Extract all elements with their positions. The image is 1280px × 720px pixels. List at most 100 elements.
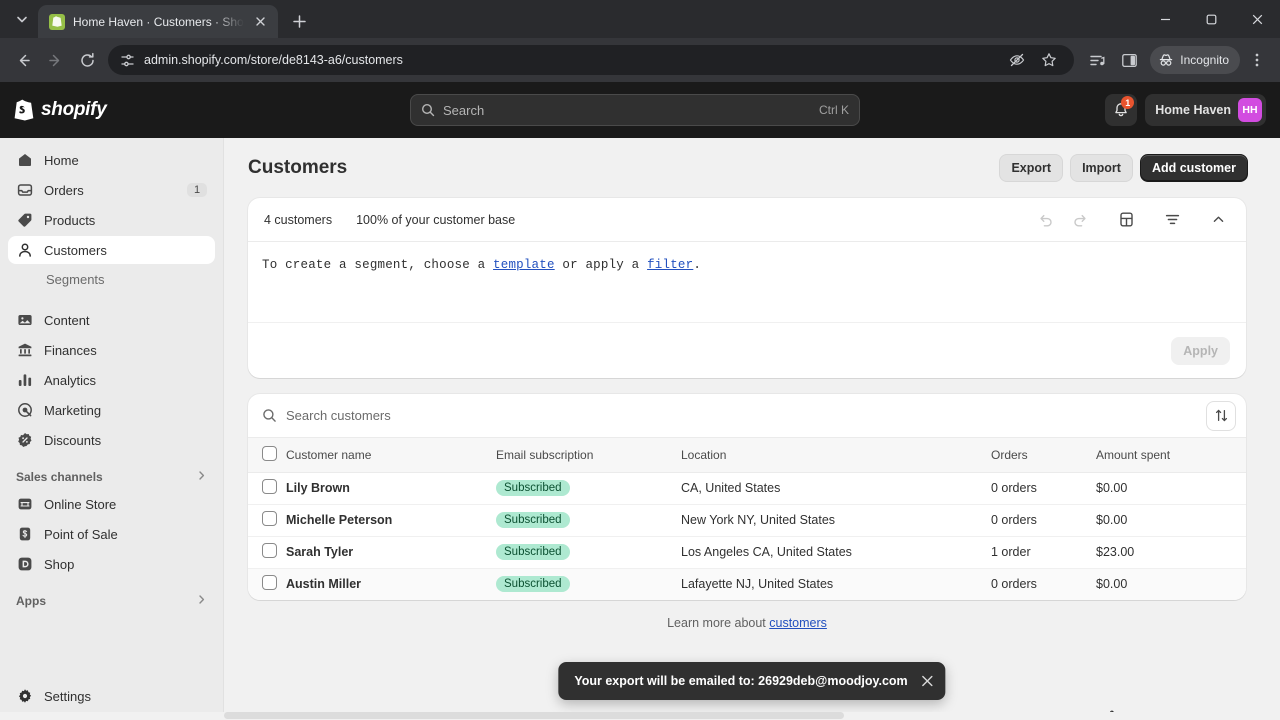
row-checkbox[interactable] [262,543,277,558]
eye-off-icon[interactable] [1002,45,1032,75]
close-icon[interactable] [1234,0,1280,38]
cell-customer-name[interactable]: Lily Brown [286,472,496,505]
avatar: HH [1238,98,1262,122]
row-checkbox[interactable] [262,575,277,591]
global-search-input[interactable]: Search Ctrl K [410,94,860,126]
chevron-right-icon[interactable] [196,594,207,608]
customer-base-percent: 100% of your customer base [356,212,516,227]
sidebar-item-settings[interactable]: Settings [8,682,215,710]
sidebar-item-shop[interactable]: Shop [8,550,215,578]
column-customer-name[interactable]: Customer name [286,438,496,473]
sidebar-item-content[interactable]: Content [8,306,215,334]
incognito-indicator[interactable]: Incognito [1150,46,1240,74]
row-checkbox[interactable] [262,479,277,494]
forward-arrow-icon[interactable] [40,45,70,75]
row-checkbox[interactable] [262,511,277,526]
topbar-right: 1 Home Haven HH [1105,94,1266,126]
customer-count: 4 customers [264,212,333,227]
store-menu-button[interactable]: Home Haven HH [1145,94,1266,126]
sidebar-item-online-store[interactable]: Online Store [8,490,215,518]
select-all-checkbox[interactable] [262,445,277,461]
undo-icon[interactable] [1032,206,1060,234]
row-select-cell [248,504,286,537]
chevron-right-icon[interactable] [196,470,207,484]
page-settings-icon[interactable] [120,53,135,68]
column-location[interactable]: Location [681,438,991,473]
sidebar-item-point-of-sale[interactable]: Point of Sale [8,520,215,548]
notifications-button[interactable]: 1 [1105,94,1138,126]
table-row[interactable]: Austin Miller Subscribed Lafayette NJ, U… [248,568,1246,600]
sidebar-item-orders[interactable]: Orders 1 [8,176,215,204]
omnibox-actions [1002,45,1064,75]
cell-customer-name[interactable]: Austin Miller [286,568,496,600]
column-orders[interactable]: Orders [991,438,1096,473]
segment-query-editor[interactable]: To create a segment, choose a template o… [248,242,1246,322]
cell-amount-spent: $0.00 [1096,472,1246,505]
side-panel-icon[interactable] [1114,45,1144,75]
segment-hint-before: To create a segment, choose a [262,258,494,272]
cell-amount-spent: $23.00 [1096,536,1246,569]
search-customers-input[interactable]: Search customers [262,401,1198,431]
add-customer-button[interactable]: Add customer [1139,154,1248,182]
horizontal-scrollbar[interactable] [0,712,1280,720]
sidebar-item-analytics[interactable]: Analytics [8,366,215,394]
scrollbar-thumb[interactable] [224,712,844,719]
back-arrow-icon[interactable] [8,45,38,75]
customers-help-link[interactable]: customers [769,616,827,630]
address-bar[interactable]: admin.shopify.com/store/de8143-a6/custom… [108,45,1075,75]
cell-customer-name[interactable]: Michelle Peterson [286,504,496,537]
chevron-up-icon[interactable] [1204,206,1232,234]
sidebar-section-sales-channels[interactable]: Sales channels [8,464,215,490]
sidebar-item-customers[interactable]: Customers [8,236,215,264]
sidebar-item-finances[interactable]: Finances [8,336,215,364]
person-icon [16,242,34,258]
table-row[interactable]: Lily Brown Subscribed CA, United States … [248,472,1246,505]
sort-arrows-icon[interactable] [1206,400,1236,431]
page-actions: Export Import Add customer [999,154,1248,182]
star-icon[interactable] [1034,45,1064,75]
column-amount-spent[interactable]: Amount spent [1096,438,1246,473]
shopify-logo[interactable]: shopify [14,99,107,121]
import-button[interactable]: Import [1070,154,1133,182]
minimize-icon[interactable] [1142,0,1188,38]
sidebar-item-segments[interactable]: Segments [8,266,215,292]
sidebar-item-label: Discounts [44,432,102,448]
cell-email-subscription: Subscribed [496,504,681,537]
sidebar-subitem-label: Segments [46,271,105,287]
new-tab-button[interactable] [286,7,314,35]
sidebar-item-discounts[interactable]: Discounts [8,426,215,454]
orders-inbox-icon [16,182,34,198]
sidebar-item-marketing[interactable]: Marketing [8,396,215,424]
reading-list-icon[interactable] [1082,45,1112,75]
sidebar-divider [8,294,215,306]
product-tag-icon [16,212,34,228]
table-search-row: Search customers [248,394,1246,438]
shopify-admin: shopify Search Ctrl K 1 Home Haven HH Ho… [0,82,1280,720]
cell-customer-name[interactable]: Sarah Tyler [286,536,496,569]
sidebar-item-products[interactable]: Products [8,206,215,234]
tab-search-button[interactable] [8,5,36,33]
column-email-subscription[interactable]: Email subscription [496,438,681,473]
incognito-icon [1158,52,1174,68]
main-content: Customers Export Import Add customer 4 c… [224,138,1280,720]
redo-icon[interactable] [1066,206,1094,234]
maximize-icon[interactable] [1188,0,1234,38]
export-toast: Your export will be emailed to: 26929deb… [558,662,946,700]
customers-table-card: Search customers Customer name Email sub… [248,394,1246,600]
sidebar-section-apps[interactable]: Apps [8,588,215,614]
export-button[interactable]: Export [999,154,1064,182]
table-row[interactable]: Sarah Tyler Subscribed Los Angeles CA, U… [248,536,1246,569]
sidebar-item-home[interactable]: Home [8,146,215,174]
save-view-icon[interactable] [1112,206,1140,234]
reload-icon[interactable] [72,45,102,75]
apply-button[interactable]: Apply [1171,336,1230,365]
close-icon[interactable] [922,675,934,687]
cell-location: Lafayette NJ, United States [681,577,834,592]
filter-icon[interactable] [1158,206,1186,234]
three-dot-menu-icon[interactable] [1242,45,1272,75]
table-row[interactable]: Michelle Peterson Subscribed New York NY… [248,504,1246,537]
template-link[interactable]: template [493,258,555,272]
browser-tab[interactable]: Home Haven · Customers · Sho [38,5,278,38]
tab-close-icon[interactable] [252,13,270,31]
filter-link[interactable]: filter [647,258,693,272]
